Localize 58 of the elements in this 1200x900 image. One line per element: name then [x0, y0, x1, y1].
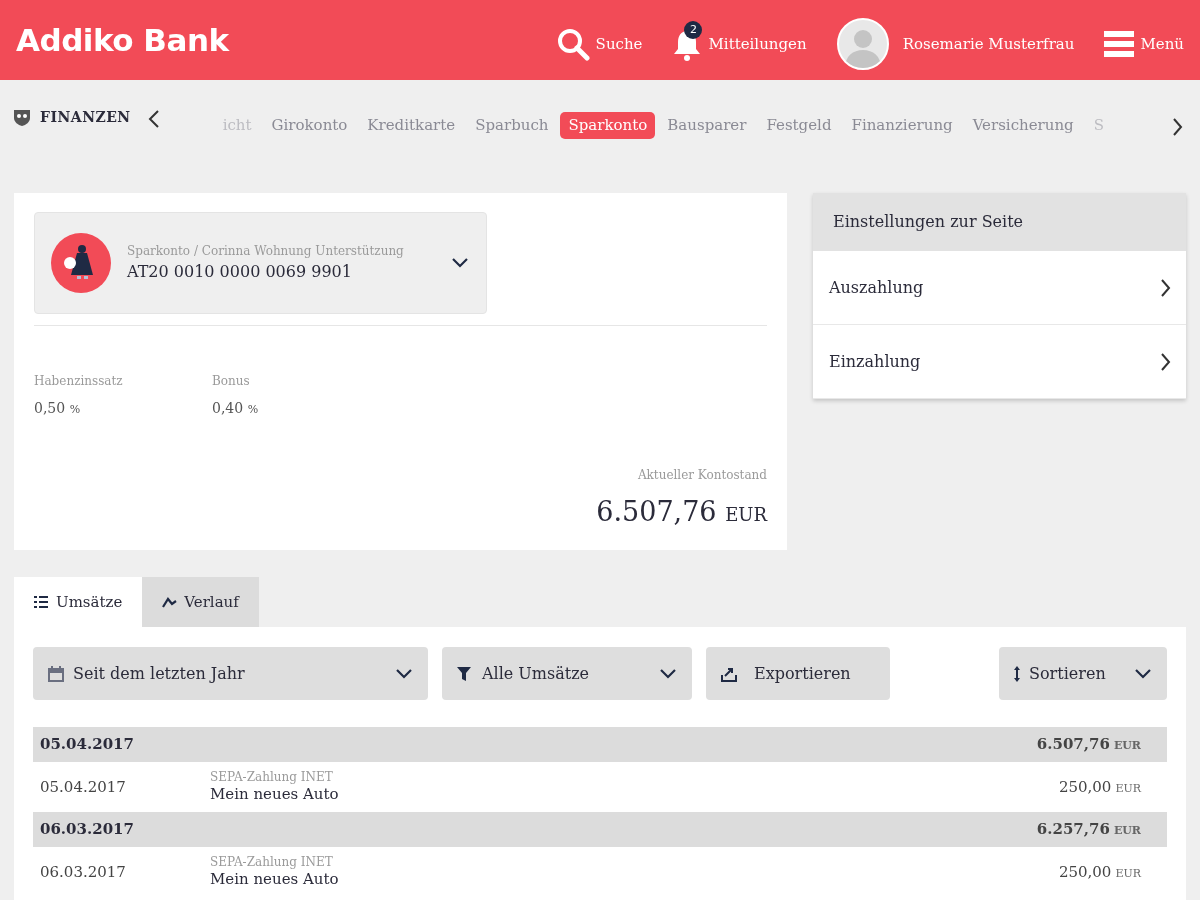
- export-button[interactable]: Exportieren: [706, 647, 890, 700]
- view-tab[interactable]: Verlauf: [142, 577, 259, 627]
- dropdown-button[interactable]: Alle Umsätze: [442, 647, 692, 700]
- search-icon: [555, 27, 590, 61]
- nav-tab[interactable]: Sparkonto: [560, 112, 656, 139]
- balance-amount: 6.507,76 EUR: [595, 494, 767, 529]
- transaction-date: 05.04.2017: [40, 776, 127, 798]
- transaction-text: Mein neues Auto: [210, 869, 340, 888]
- chevron-left-icon: [146, 109, 161, 129]
- sort-icon: [1013, 664, 1021, 683]
- group-balance: 6.507,76 EUR: [1036, 734, 1141, 756]
- line-chart-icon: [162, 595, 179, 609]
- nav-tab[interactable]: Finanzierung: [843, 112, 961, 139]
- iban: AT20 0010 0000 0069 9901: [127, 261, 353, 283]
- transaction-text: Mein neues Auto: [210, 784, 340, 803]
- settings-item[interactable]: Auszahlung: [813, 251, 1186, 325]
- search-button[interactable]: Suche: [555, 19, 643, 61]
- dropdown-button[interactable]: Sortieren: [999, 647, 1167, 700]
- group-date: 06.03.2017: [40, 819, 135, 841]
- menu-button[interactable]: Menü: [1104, 21, 1184, 59]
- group-balance: 6.257,76 EUR: [1036, 819, 1141, 841]
- chevron-right-icon: [1170, 117, 1184, 137]
- rate-label: Habenzinssatz: [34, 373, 124, 390]
- account-selector[interactable]: Sparkonto / Corinna Wohnung Unterstützung AT20 0010 0000 0069 9901: [34, 212, 487, 314]
- shield-icon: [12, 108, 32, 126]
- dropdown-button[interactable]: Seit dem letzten Jahr: [33, 647, 428, 700]
- account-name: Sparkonto / Corinna Wohnung Unterstützung: [127, 243, 405, 260]
- menu-icon: [1104, 29, 1135, 59]
- nav-tab[interactable]: Versicherung: [964, 112, 1082, 139]
- nav-tab[interactable]: Festgeld: [758, 112, 840, 139]
- rate-label: Bonus: [212, 373, 251, 390]
- filter-icon: [456, 664, 474, 683]
- group-date: 05.04.2017: [40, 734, 135, 756]
- nav-tab[interactable]: Girokonto: [263, 112, 356, 139]
- transaction-type: SEPA-Zahlung INET: [210, 856, 334, 870]
- logo: Addiko Bank: [16, 20, 229, 60]
- settings-item[interactable]: Einzahlung: [813, 325, 1186, 399]
- user-button[interactable]: Rosemarie Musterfrau: [836, 10, 1075, 70]
- notification-count: 2: [684, 21, 703, 39]
- section-title: FINANZEN: [40, 107, 131, 127]
- rate-value: 0,40 %: [212, 399, 260, 418]
- transaction-date: 06.03.2017: [40, 861, 127, 883]
- transaction-amount: 250,00 EUR: [1058, 776, 1141, 798]
- rate-value: 0,50 %: [34, 399, 82, 418]
- transaction-amount: 250,00 EUR: [1058, 861, 1141, 883]
- chevron-right-icon: [1158, 277, 1172, 298]
- list-icon: [34, 595, 50, 609]
- view-tab[interactable]: Umsätze: [14, 577, 143, 627]
- nav-tab[interactable]: Sparbuch: [467, 112, 557, 139]
- balance-label: Aktueller Kontostand: [636, 466, 767, 484]
- notifications-button[interactable]: 2 Mitteilungen: [672, 19, 807, 61]
- avatar: [836, 18, 889, 70]
- nav-tab[interactable]: Bausparer: [659, 112, 755, 139]
- settings-title: Einstellungen zur Seite: [813, 193, 1186, 251]
- chevron-right-icon: [1158, 351, 1172, 372]
- nav-tab[interactable]: Kreditkarte: [359, 112, 464, 139]
- transaction-type: SEPA-Zahlung INET: [210, 771, 334, 785]
- calendar-icon: [47, 664, 65, 683]
